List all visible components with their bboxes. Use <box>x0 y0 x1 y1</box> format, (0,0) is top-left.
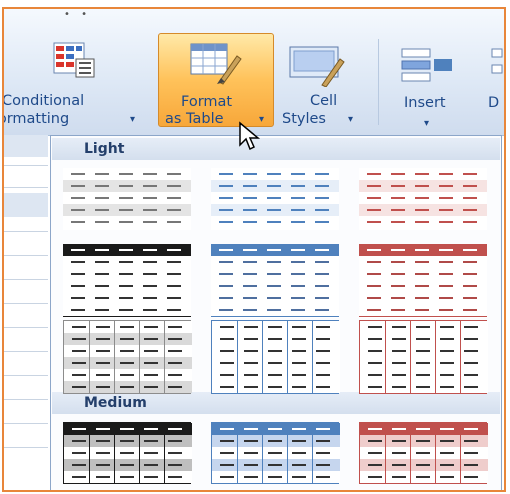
table-style-swatch[interactable] <box>211 320 340 394</box>
delete-cells-icon <box>491 48 503 74</box>
cell-styles-line2: Styles <box>282 111 326 127</box>
insert-button[interactable]: Insert ▾ <box>388 35 468 131</box>
section-header-light: Light <box>52 138 500 160</box>
delete-button-partial[interactable]: D <box>484 35 504 131</box>
table-style-swatch[interactable] <box>359 422 488 484</box>
section-header-medium: Medium <box>52 392 500 414</box>
worksheet-column-header <box>4 193 48 217</box>
conditional-formatting-icon <box>53 42 95 78</box>
cell-styles-icon <box>289 46 345 87</box>
table-style-swatch[interactable] <box>211 422 340 484</box>
cell-styles-line1: Cell <box>310 93 338 109</box>
insert-label: Insert <box>404 95 446 111</box>
conditional-formatting-button[interactable]: Conditional Formatting ▾ <box>2 35 148 131</box>
conditional-formatting-line1: Conditional <box>2 93 85 109</box>
table-style-swatch[interactable] <box>63 168 191 230</box>
table-style-swatch[interactable] <box>63 320 192 394</box>
worksheet-row-line <box>4 187 48 188</box>
table-style-swatch[interactable] <box>63 422 192 484</box>
table-style-swatch[interactable] <box>359 168 487 230</box>
ribbon: • • Conditional Formatting ▾ <box>4 9 504 136</box>
chevron-down-icon: ▾ <box>348 114 354 125</box>
worksheet-row-line <box>4 303 48 304</box>
worksheet-row-line <box>4 375 48 376</box>
screenshot-frame: • • Conditional Formatting ▾ <box>2 7 506 492</box>
worksheet-row-line <box>4 165 48 166</box>
table-style-swatch[interactable] <box>211 244 339 318</box>
chevron-down-icon: ▾ <box>424 118 430 129</box>
delete-label: D <box>488 95 500 111</box>
mouse-pointer-icon <box>239 121 261 151</box>
table-style-swatch[interactable] <box>359 244 487 318</box>
insert-cells-icon <box>401 48 452 82</box>
cell-styles-button[interactable]: Cell Styles ▾ <box>276 35 364 131</box>
table-style-swatch[interactable] <box>211 168 339 230</box>
chevron-down-icon: ▾ <box>130 114 136 125</box>
format-as-table-line1: Format <box>181 94 233 110</box>
worksheet-row-line <box>4 279 48 280</box>
worksheet-row-line <box>4 255 48 256</box>
worksheet-row-line <box>4 231 48 232</box>
format-as-table-line2: as Table <box>165 111 224 127</box>
worksheet-row-line <box>4 327 48 328</box>
worksheet-row-line <box>4 447 48 448</box>
worksheet-row-line <box>4 351 48 352</box>
ribbon-top-dots: • • <box>64 9 91 20</box>
worksheet-area[interactable] <box>4 135 48 475</box>
table-style-gallery: Light Medium <box>50 135 502 490</box>
ribbon-group-separator <box>378 39 379 125</box>
worksheet-row-line <box>4 399 48 400</box>
format-as-table-button[interactable]: Format as Table ▾ <box>158 33 274 127</box>
format-as-table-icon <box>190 43 242 85</box>
table-style-swatch[interactable] <box>63 244 191 318</box>
table-style-swatch[interactable] <box>359 320 488 394</box>
conditional-formatting-line2: Formatting <box>4 111 70 127</box>
worksheet-row-line <box>4 423 48 424</box>
worksheet-column-header <box>4 135 48 157</box>
